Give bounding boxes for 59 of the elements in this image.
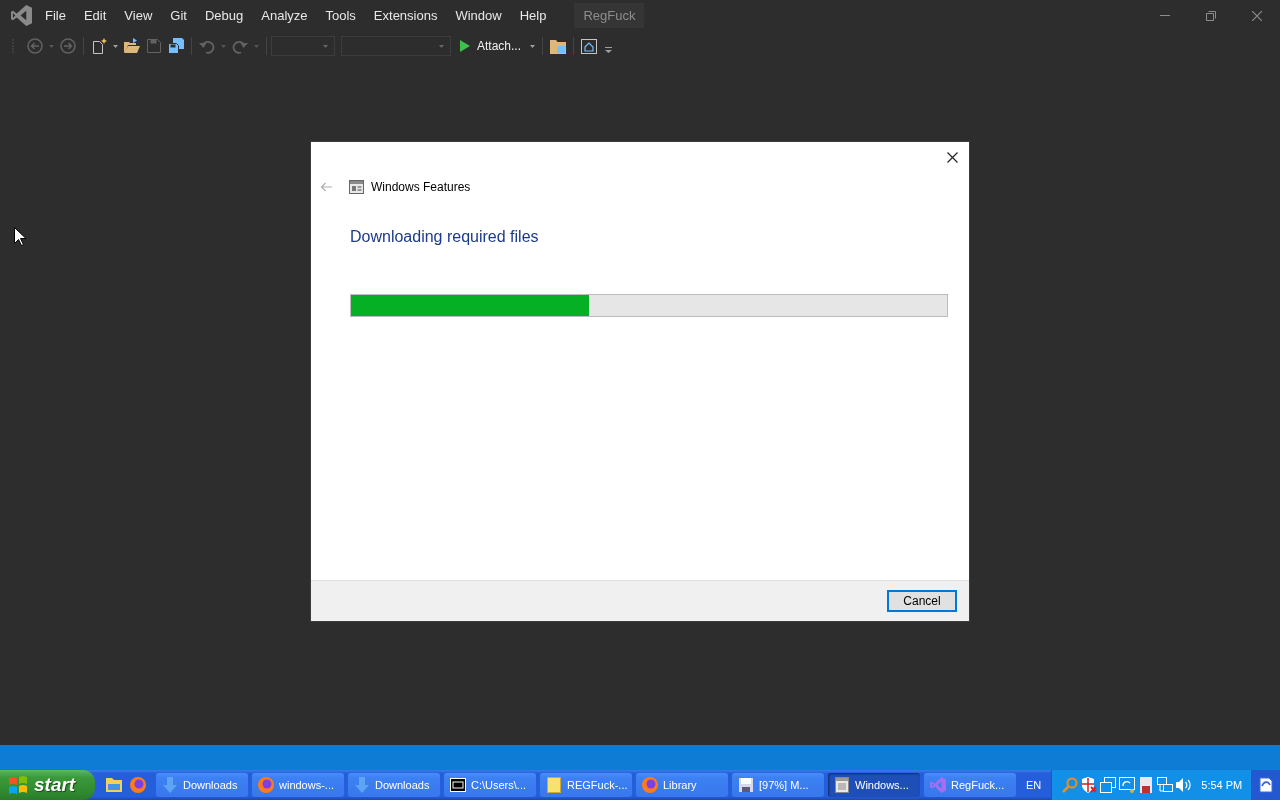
monitor-icon[interactable] — [1119, 777, 1136, 793]
cancel-button[interactable]: Cancel — [887, 590, 957, 612]
taskbar-button[interactable]: RegFuck... — [924, 773, 1016, 797]
menu-item[interactable]: File — [36, 5, 75, 26]
menu-item[interactable]: Git — [161, 5, 196, 26]
window-icon — [349, 180, 364, 194]
menu-item[interactable]: Analyze — [252, 5, 317, 26]
menu-item[interactable]: Extensions — [364, 5, 447, 26]
folder-icon[interactable] — [106, 778, 122, 792]
menu-item[interactable]: Window — [446, 5, 511, 26]
solution-name: RegFuck — [574, 3, 645, 28]
folder-icon[interactable] — [550, 38, 567, 54]
taskbar-button[interactable]: Library — [636, 773, 728, 797]
save-all-icon[interactable] — [168, 38, 184, 54]
attach-button[interactable]: Attach... — [457, 35, 539, 57]
page-icon[interactable] — [1257, 777, 1274, 793]
network-icon[interactable] — [1157, 777, 1174, 793]
window-icon[interactable] — [581, 38, 598, 54]
speaker-icon[interactable] — [1176, 777, 1193, 793]
globe-icon — [258, 777, 274, 793]
window-icon — [834, 777, 850, 793]
taskbar-button[interactable]: Downloads — [156, 773, 248, 797]
tile-icon — [450, 777, 466, 793]
caret-icon — [323, 44, 328, 48]
play-icon — [460, 40, 470, 52]
overflow-icon[interactable] — [605, 47, 613, 53]
down-arrow-icon — [162, 777, 178, 793]
globe-icon — [642, 777, 658, 793]
menu-item[interactable]: Tools — [316, 5, 365, 26]
new-project-icon[interactable] — [91, 38, 107, 54]
caret-icon — [439, 44, 444, 48]
taskbar-button[interactable]: Downloads — [348, 773, 440, 797]
taskbar-button[interactable]: windows-... — [252, 773, 344, 797]
menu-item[interactable]: View — [115, 5, 162, 26]
taskbar-button[interactable]: REGFuck-... — [540, 773, 632, 797]
caret-icon[interactable] — [113, 44, 118, 48]
note-icon — [546, 777, 562, 793]
menu-item[interactable]: Edit — [74, 5, 116, 26]
cursor-icon — [14, 227, 26, 246]
taskbar-button[interactable]: [97%] M... — [732, 773, 824, 797]
start-button[interactable]: start — [0, 770, 95, 800]
down-arrow-icon — [354, 777, 370, 793]
stacked-windows-icon[interactable] — [1100, 777, 1117, 793]
globe-icon[interactable] — [130, 777, 146, 793]
flag-icon — [8, 775, 28, 795]
logo-icon — [11, 5, 32, 26]
dialog-heading: Downloading required files — [350, 227, 540, 247]
shield-icon[interactable] — [1081, 777, 1098, 793]
taskbar-button[interactable]: Windows... — [828, 773, 920, 797]
restore-icon[interactable] — [1206, 10, 1216, 21]
dialog-title: Windows Features — [371, 180, 471, 194]
menu-item[interactable]: Help — [510, 5, 556, 26]
language-indicator[interactable]: EN — [1020, 779, 1052, 791]
caret-icon — [530, 44, 536, 48]
logo-icon — [930, 777, 946, 793]
open-folder-icon[interactable] — [124, 38, 140, 54]
close-icon[interactable] — [947, 151, 958, 163]
taskbar-button[interactable]: C:\Users\... — [444, 773, 536, 797]
menu-item[interactable]: Debug — [195, 5, 253, 26]
